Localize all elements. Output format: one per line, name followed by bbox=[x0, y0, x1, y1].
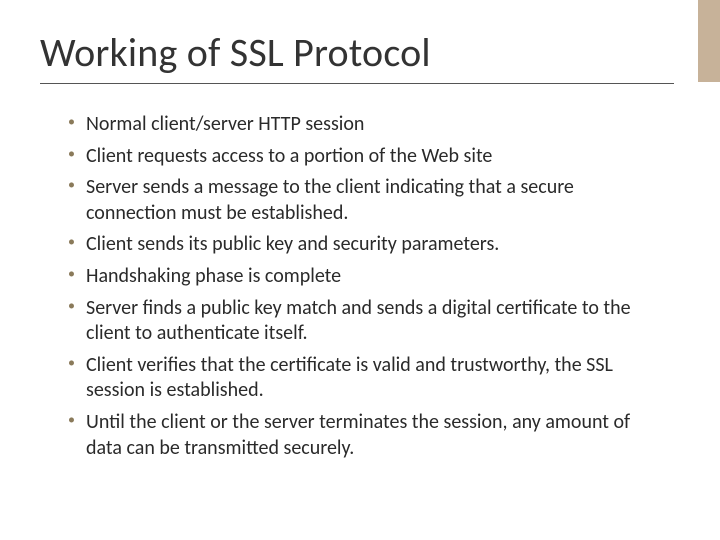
list-item: Until the client or the server terminate… bbox=[68, 410, 666, 461]
list-item: Client sends its public key and security… bbox=[68, 232, 666, 258]
page-title: Working of SSL Protocol bbox=[40, 28, 674, 77]
list-item: Client requests access to a portion of t… bbox=[68, 144, 666, 170]
list-item: Server sends a message to the client ind… bbox=[68, 175, 666, 226]
list-item: Handshaking phase is complete bbox=[68, 264, 666, 290]
list-item: Server finds a public key match and send… bbox=[68, 296, 666, 347]
list-item: Client verifies that the certificate is … bbox=[68, 353, 666, 404]
accent-bar bbox=[698, 0, 720, 82]
list-item: Normal client/server HTTP session bbox=[68, 112, 666, 138]
bullet-list: Normal client/server HTTP session Client… bbox=[40, 112, 674, 461]
slide-body: Working of SSL Protocol Normal client/se… bbox=[0, 0, 720, 461]
title-divider bbox=[40, 83, 674, 84]
